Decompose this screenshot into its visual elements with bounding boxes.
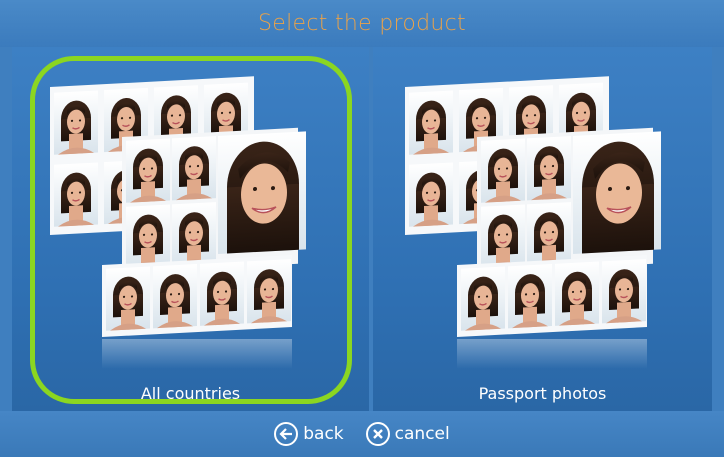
header-bar: Select the product — [0, 0, 724, 47]
close-circle-icon — [365, 422, 390, 446]
footer-bar: back cancel — [0, 411, 724, 457]
cancel-label: cancel — [394, 424, 450, 444]
cancel-button[interactable]: cancel — [365, 422, 450, 446]
page-title: Select the product — [258, 11, 466, 36]
arrow-left-circle-icon — [274, 422, 299, 446]
product-label: All countries — [140, 384, 241, 403]
back-button[interactable]: back — [274, 422, 344, 446]
product-tile-passport-photos[interactable]: Passport photos — [373, 47, 712, 411]
product-label: Passport photos — [478, 384, 607, 403]
back-label: back — [303, 424, 344, 444]
product-tile-all-countries[interactable]: All countries — [12, 47, 369, 411]
selection-highlight — [30, 56, 352, 404]
photo-collage-image — [373, 47, 712, 411]
